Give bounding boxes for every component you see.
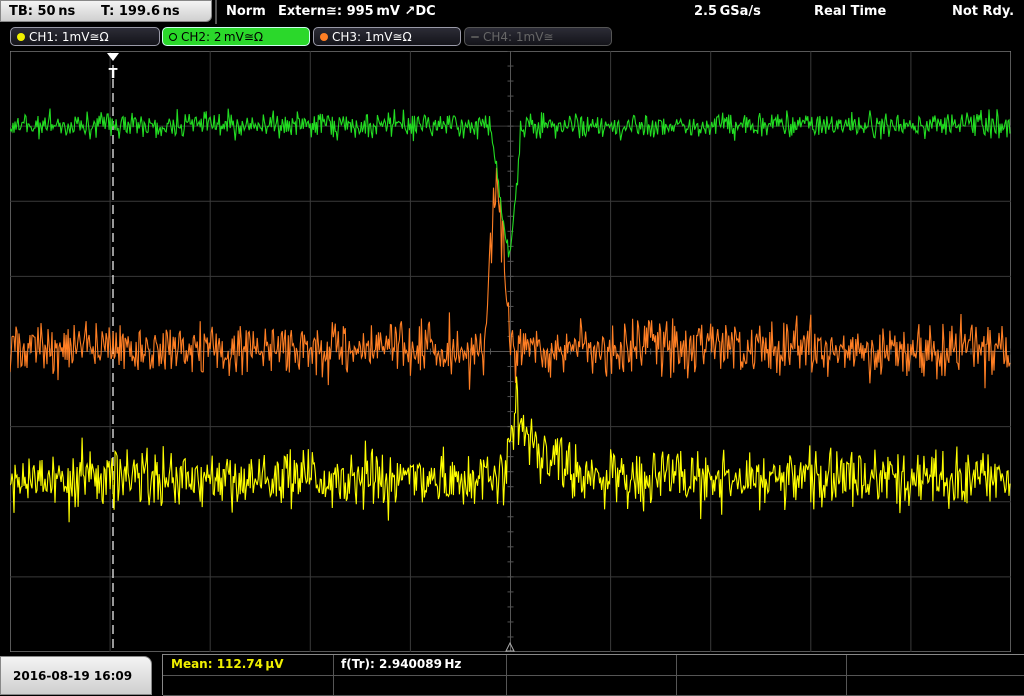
ch4-off-icon <box>471 36 479 38</box>
status-bar: TB: 50 ns T: 199.6 ns Norm Extern≅: 995 … <box>0 0 1024 24</box>
trigger-source[interactable]: Extern≅: 995 mV ↗DC <box>278 0 436 24</box>
measurement-row-empty <box>163 675 1024 696</box>
ch3-label: CH3: 1mV≅Ω <box>332 30 412 44</box>
channel-tab-ch4[interactable]: CH4: 1mV≅ <box>464 27 612 46</box>
measurement-panel[interactable]: Mean: 112.74 µV f(Tr): 2.940089 Hz <box>162 654 1024 696</box>
run-status: Not Rdy. <box>952 4 1015 19</box>
ch3-color-dot <box>320 33 328 41</box>
frequency-measurement: f(Tr): 2.940089 Hz <box>341 657 462 671</box>
divider <box>846 655 847 696</box>
ch2-color-dot <box>169 33 177 41</box>
divider <box>676 655 677 696</box>
svg-text:T: T <box>109 67 118 82</box>
ch1-color-dot <box>17 33 25 41</box>
timebase-box[interactable]: TB: 50 ns T: 199.6 ns <box>0 0 212 22</box>
channel-tab-ch3[interactable]: CH3: 1mV≅Ω <box>313 27 461 46</box>
divider <box>333 655 334 696</box>
divider <box>215 0 217 24</box>
mean-measurement: Mean: 112.74 µV <box>171 657 284 671</box>
ch4-label: CH4: 1mV≅ <box>483 30 554 44</box>
date-time: 2016-08-19 16:09 <box>0 656 152 695</box>
channel-tab-ch1[interactable]: CH1: 1mV≅Ω <box>10 27 160 46</box>
sample-rate: 2.5 GSa/s <box>694 4 761 19</box>
ch1-label: CH1: 1mV≅Ω <box>29 30 109 44</box>
divider <box>506 655 507 696</box>
timebase-readout: TB: 50 ns <box>9 4 76 19</box>
waveform-display[interactable]: T <box>10 51 1011 652</box>
trigger-mode[interactable]: Norm <box>226 0 266 24</box>
acquisition-mode: Real Time <box>814 4 887 19</box>
measurement-row: Mean: 112.74 µV f(Tr): 2.940089 Hz <box>163 655 1024 676</box>
channel-tab-ch2[interactable]: CH2: 2 mV≅Ω <box>162 27 310 46</box>
ch2-label: CH2: 2 mV≅Ω <box>181 30 264 44</box>
trigger-time-readout: T: 199.6 ns <box>101 4 180 19</box>
